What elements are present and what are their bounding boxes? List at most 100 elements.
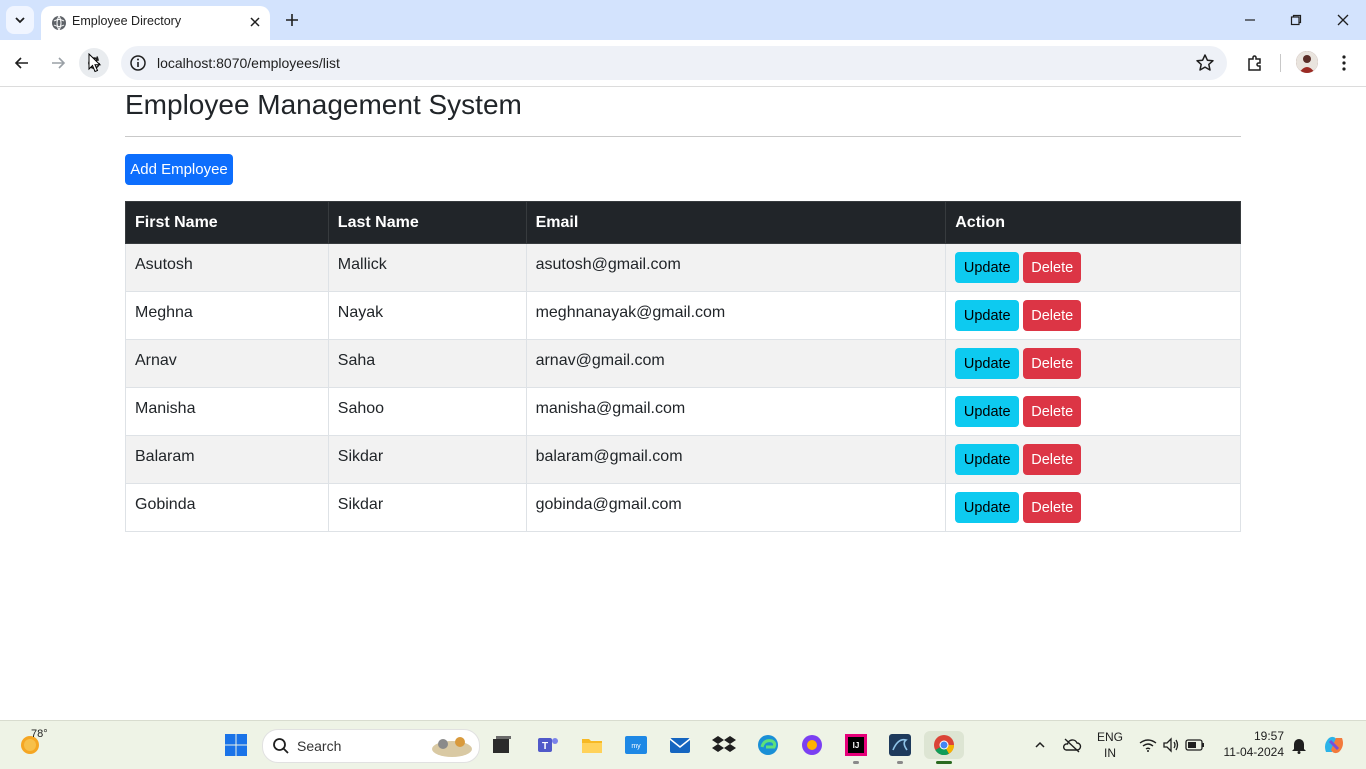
first-name-cell: Asutosh	[125, 243, 329, 292]
globe-icon	[52, 15, 66, 31]
add-employee-button[interactable]: Add Employee	[125, 154, 233, 185]
edge-icon	[758, 735, 778, 755]
tab-close-button[interactable]	[246, 13, 264, 31]
back-button[interactable]	[7, 48, 37, 78]
browser-tab[interactable]: Employee Directory	[41, 6, 270, 40]
intellij-app[interactable]: IJ	[842, 731, 870, 759]
update-button[interactable]: Update	[955, 444, 1020, 475]
taskbar-search[interactable]: Search	[262, 729, 480, 763]
star-icon[interactable]	[1195, 53, 1215, 73]
mail-app[interactable]	[666, 731, 694, 759]
profile-avatar[interactable]	[1296, 51, 1318, 73]
clock-time[interactable]: 19:57	[1214, 729, 1284, 743]
minimize-icon	[1245, 19, 1255, 21]
battery-button[interactable]	[1181, 731, 1209, 759]
close-icon	[1337, 14, 1349, 26]
address-bar[interactable]: localhost:8070/employees/list	[121, 46, 1227, 80]
intellij-icon: IJ	[845, 734, 867, 756]
action-cell: Update Delete	[945, 387, 1241, 436]
arrow-left-icon	[14, 57, 28, 69]
table-row: Arnav Saha arnav@gmail.com Update Delete	[125, 339, 1241, 388]
running-indicator	[897, 761, 903, 764]
column-header-first-name: First Name	[125, 201, 329, 244]
edge-app[interactable]	[754, 731, 782, 759]
speaker-icon	[1163, 737, 1179, 753]
update-button[interactable]: Update	[955, 300, 1020, 331]
copilot-icon	[1325, 736, 1343, 754]
search-highlight-icon	[432, 737, 472, 757]
first-name-cell: Meghna	[125, 291, 329, 340]
show-hidden-icons-button[interactable]	[1026, 731, 1054, 759]
chevron-down-icon	[15, 17, 25, 24]
browser-app[interactable]	[798, 731, 826, 759]
dropbox-app[interactable]	[710, 731, 738, 759]
update-button[interactable]: Update	[955, 492, 1020, 523]
first-name-cell: Balaram	[125, 435, 329, 484]
first-name-text: Asutosh	[135, 256, 193, 273]
update-button[interactable]: Update	[955, 396, 1020, 427]
update-button[interactable]: Update	[955, 252, 1020, 283]
info-icon[interactable]	[129, 54, 147, 72]
puzzle-icon	[1248, 55, 1261, 71]
notifications-button[interactable]	[1285, 731, 1313, 759]
task-view-button[interactable]	[488, 731, 516, 759]
close-window-button[interactable]	[1325, 6, 1361, 34]
tab-title: Employee Directory	[72, 14, 182, 28]
last-name-text: Sahoo	[337, 400, 385, 417]
email-cell: arnav@gmail.com	[525, 339, 947, 388]
taskbar: 78° Search T my IJ ENG IN 19:57 11-04-20…	[0, 720, 1366, 769]
chrome-app[interactable]	[924, 731, 964, 759]
file-explorer-app[interactable]	[578, 731, 606, 759]
action-cell: Update Delete	[945, 243, 1241, 292]
chevron-up-icon	[1035, 741, 1045, 748]
delete-button[interactable]: Delete	[1023, 492, 1082, 523]
minimize-button[interactable]	[1232, 6, 1268, 34]
forward-button[interactable]	[43, 48, 73, 78]
plus-icon	[286, 14, 298, 26]
tab-search-button[interactable]	[6, 6, 34, 34]
clock-date: 11-04-2024	[1223, 745, 1285, 759]
app-tile-icon: my	[625, 736, 647, 754]
svg-text:T: T	[542, 741, 548, 752]
email-text: asutosh@gmail.com	[535, 256, 681, 273]
mysql-workbench-app[interactable]	[886, 731, 914, 759]
mail-icon	[669, 738, 691, 753]
region-indicator: IN	[1104, 746, 1116, 760]
email-cell: manisha@gmail.com	[525, 387, 947, 436]
browser-toolbar: localhost:8070/employees/list	[0, 40, 1366, 87]
table-row: Manisha Sahoo manisha@gmail.com Update De…	[125, 387, 1241, 436]
browser-icon	[802, 735, 822, 755]
delete-button[interactable]: Delete	[1023, 396, 1082, 427]
language-indicator[interactable]: ENG	[1095, 730, 1125, 744]
last-name-cell: Sahoo	[327, 387, 527, 436]
copilot-button[interactable]	[1320, 731, 1348, 759]
chrome-icon	[934, 735, 955, 756]
first-name-text: Balaram	[135, 448, 195, 465]
update-button[interactable]: Update	[955, 348, 1020, 379]
restore-button[interactable]	[1278, 6, 1314, 34]
delete-button[interactable]: Delete	[1023, 300, 1082, 331]
action-cell: Update Delete	[945, 291, 1241, 340]
teams-app[interactable]: T	[534, 731, 562, 759]
email-text: arnav@gmail.com	[535, 352, 665, 369]
first-name-cell: Gobinda	[125, 483, 329, 532]
onedrive-button[interactable]	[1058, 731, 1086, 759]
last-name-text: Nayak	[337, 304, 384, 321]
first-name-text: Gobinda	[135, 496, 196, 513]
email-text: gobinda@gmail.com	[535, 496, 682, 513]
web-page: Employee Management System Add Employee …	[0, 87, 1366, 720]
last-name-cell: Sikdar	[327, 435, 527, 484]
folder-icon	[582, 739, 602, 753]
delete-button[interactable]: Delete	[1023, 348, 1082, 379]
column-header-email: Email	[525, 201, 947, 244]
delete-button[interactable]: Delete	[1023, 444, 1082, 475]
dropbox-icon	[712, 736, 736, 752]
new-tab-button[interactable]	[281, 9, 303, 31]
browser-menu-button[interactable]	[1329, 48, 1359, 78]
url-text[interactable]: localhost:8070/employees/list	[157, 55, 340, 71]
extensions-button[interactable]	[1240, 48, 1270, 78]
delete-button[interactable]: Delete	[1023, 252, 1082, 283]
start-button[interactable]	[222, 731, 250, 759]
mylnp-app[interactable]: my	[622, 731, 650, 759]
table-row: Asutosh Mallick asutosh@gmail.com Update…	[125, 243, 1241, 292]
